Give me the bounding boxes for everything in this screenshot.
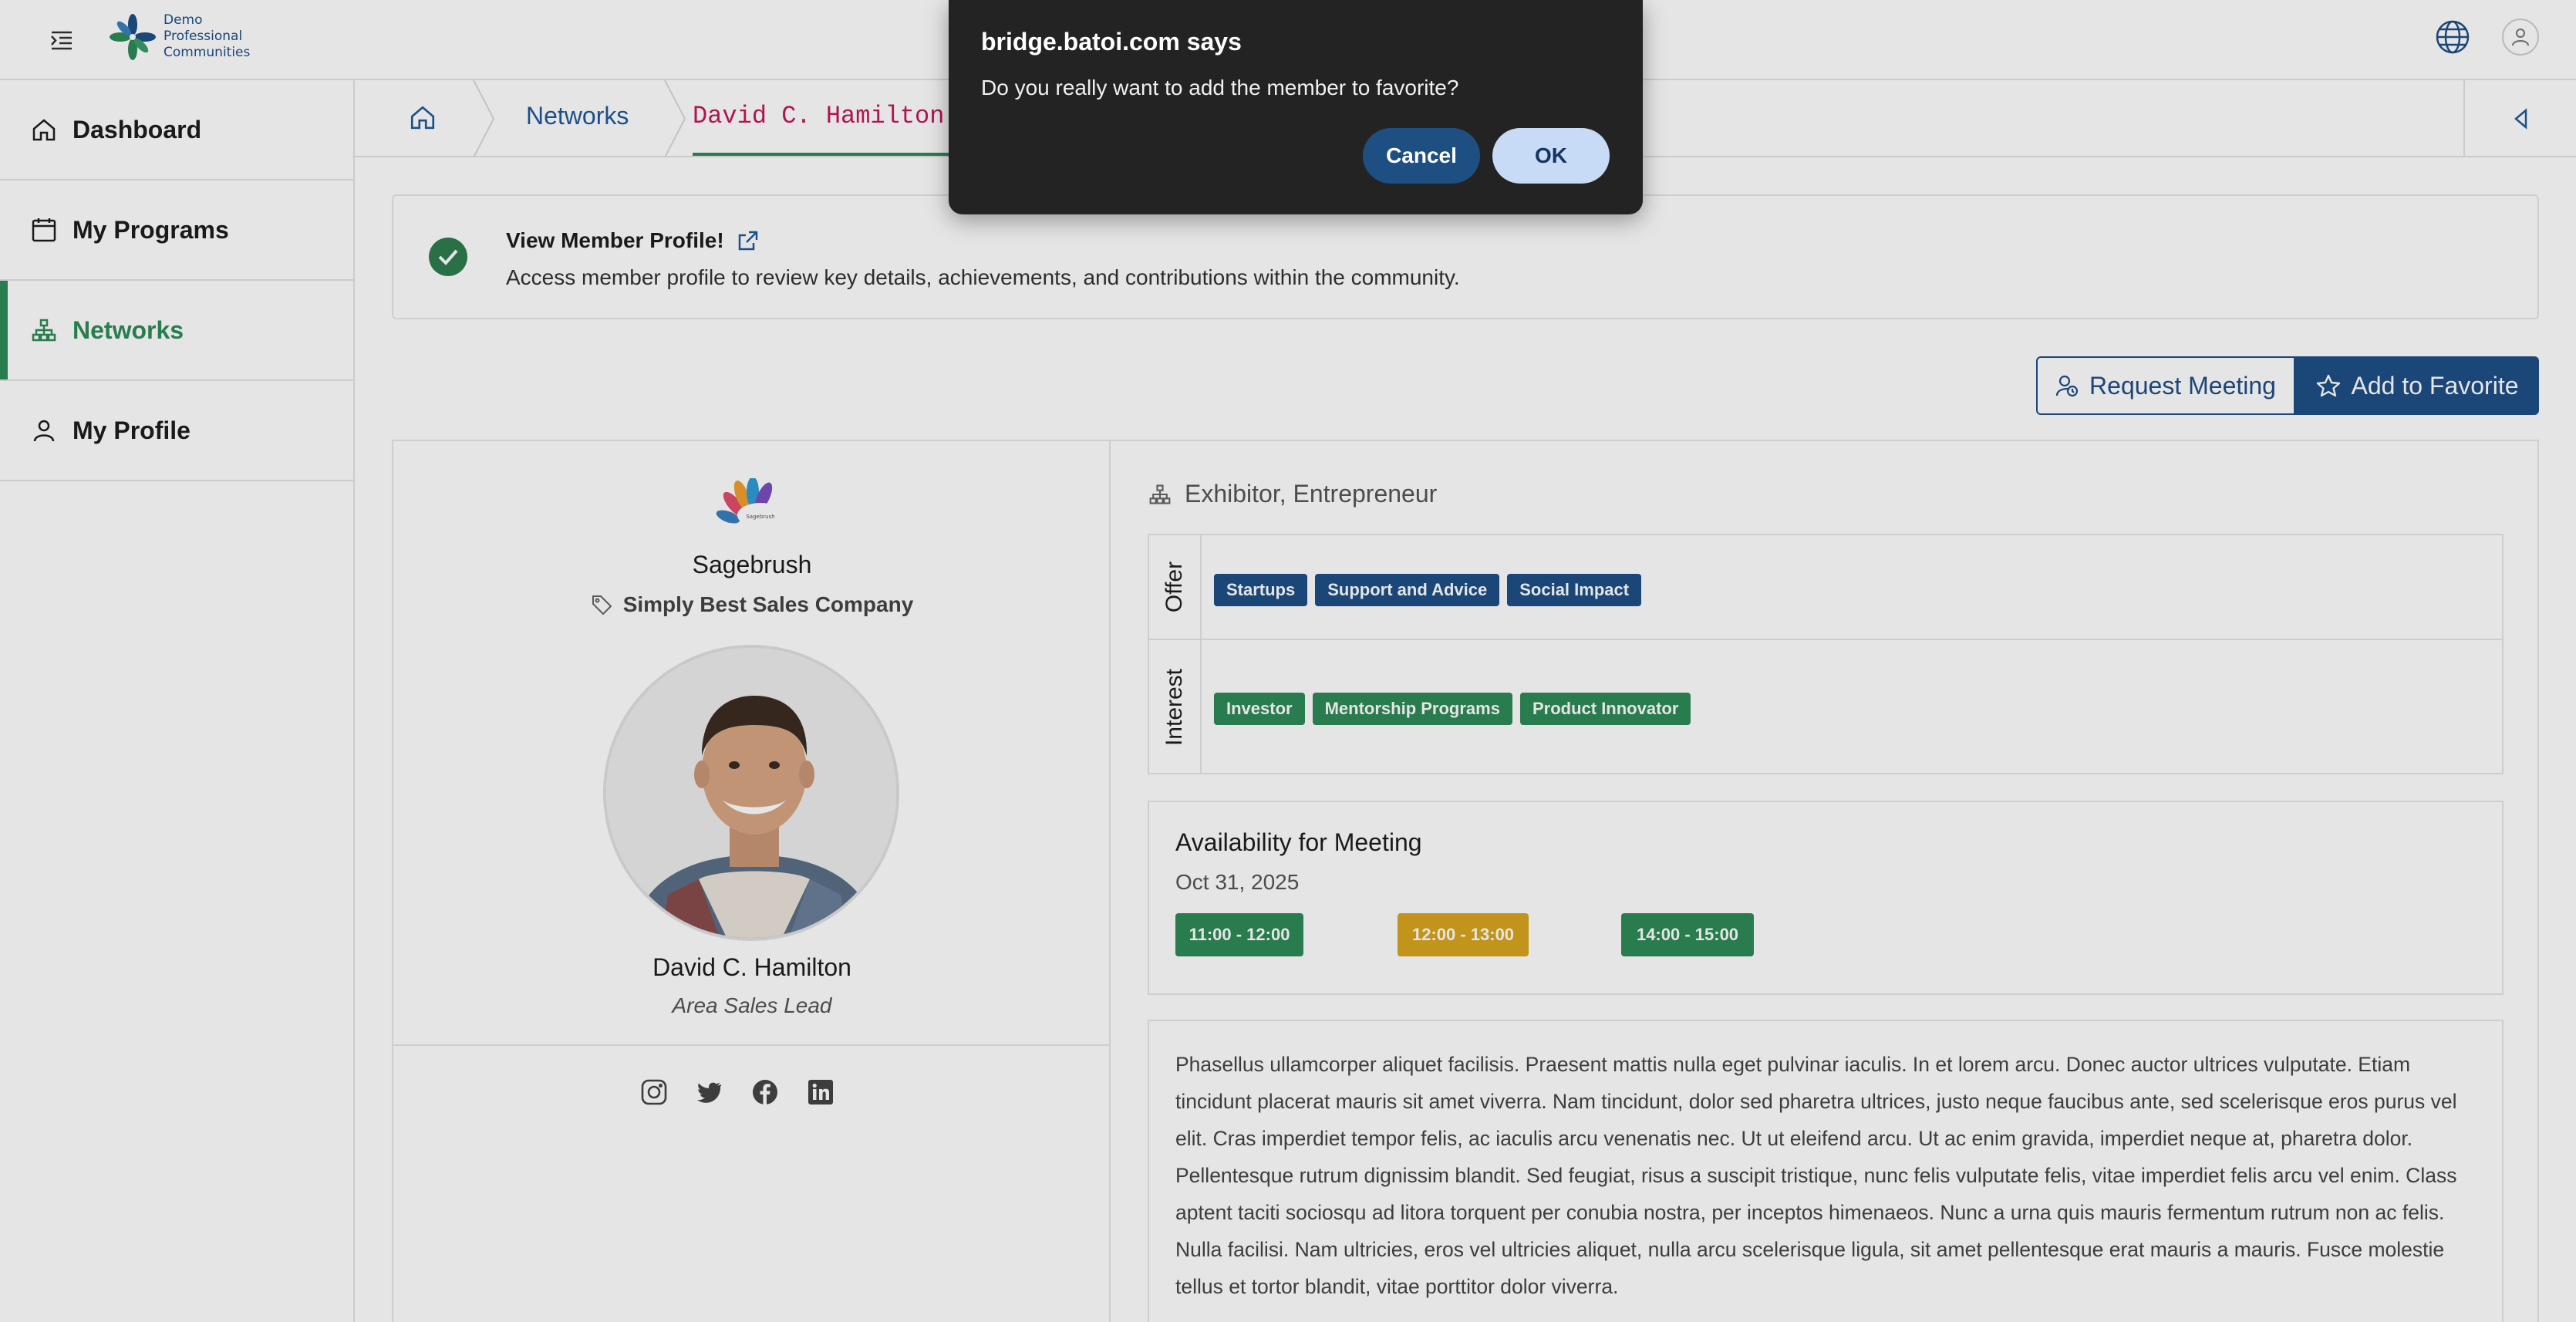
- confirm-dialog: bridge.batoi.com says Do you really want…: [949, 0, 1643, 214]
- dialog-ok-button[interactable]: OK: [1492, 128, 1610, 184]
- dialog-message: Do you really want to add the member to …: [981, 76, 1459, 99]
- dialog-cancel-button[interactable]: Cancel: [1363, 128, 1480, 184]
- dialog-title: bridge.batoi.com says: [981, 28, 1242, 56]
